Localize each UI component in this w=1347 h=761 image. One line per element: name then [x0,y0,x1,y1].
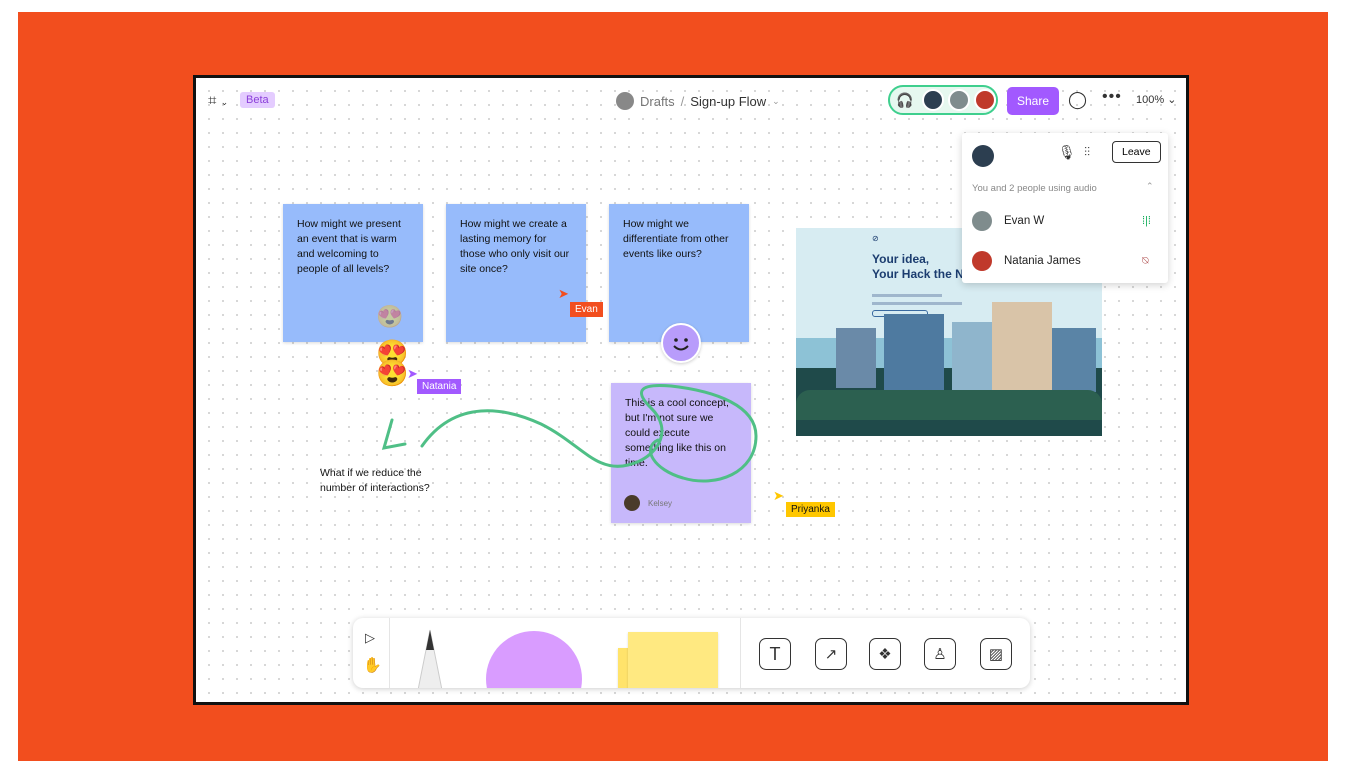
move-icon[interactable]: ▷ [365,630,375,646]
audio-status: You and 2 people using audio [972,183,1097,194]
site-building [1052,328,1096,392]
hand-icon[interactable]: ✋ [363,656,382,674]
site-trees [796,390,1102,420]
connector-icon[interactable]: ↗ [815,638,847,670]
figjam-canvas[interactable]: ⌗ ⌄ Beta Drafts / Sign-up Flow ⌄ 🎧 Share… [193,75,1189,705]
text-icon[interactable]: T [759,638,791,670]
participant-row[interactable]: Evan W ⁞|⁞ [962,201,1168,241]
avatar [972,211,992,231]
site-headline-line: Your Hack the No [872,267,972,281]
chevron-up-icon[interactable]: ⌃ [1146,181,1154,192]
participant-name: Evan W [1004,215,1045,227]
participant-row[interactable]: Natania James ⍉ [962,241,1168,281]
site-headline-line: Your idea, [872,252,930,266]
pencil-icon[interactable] [408,628,452,688]
avatar [972,145,994,167]
shape-tool-icon[interactable] [486,631,582,688]
site-headline: Your idea, Your Hack the No [872,252,971,282]
audio-panel: 🎙 ⫶⫶ Leave You and 2 people using audio … [962,133,1168,283]
participant-name: Natania James [1004,255,1081,267]
bottom-toolbar: ▷ ✋ T ↗ ❖ ♙ ▨ [353,618,1030,688]
sticky-tool-icon[interactable] [628,632,718,688]
site-logo-icon: ⊘ [872,234,879,243]
site-building [884,314,944,390]
site-building [992,302,1052,392]
image-icon[interactable]: ▨ [980,638,1012,670]
divider [740,618,741,688]
site-body-text [872,294,942,297]
speaking-icon: ⁞|⁞ [1142,215,1151,227]
mic-icon[interactable]: 🎙 [1058,144,1076,161]
component-icon[interactable]: ❖ [869,638,901,670]
muted-mic-icon: ⍉ [1142,254,1149,267]
audio-settings-icon[interactable]: ⫶⫶ [1084,145,1090,160]
stamp-icon[interactable]: ♙ [924,638,956,670]
site-body-text [872,302,962,305]
leave-button[interactable]: Leave [1112,141,1161,163]
avatar [972,251,992,271]
site-building [836,328,876,388]
divider [389,618,390,688]
